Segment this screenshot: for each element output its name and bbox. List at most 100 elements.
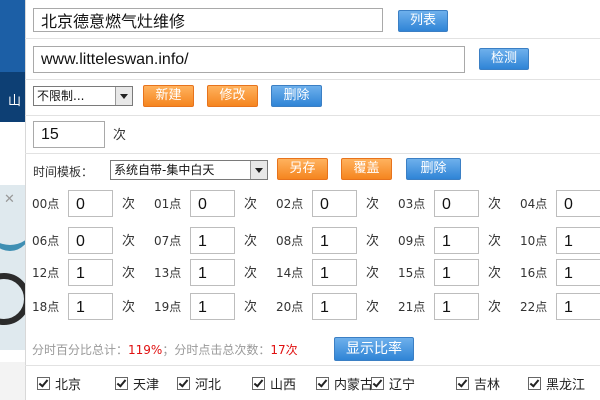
province-label: 山西: [270, 378, 297, 393]
side-banner: [0, 0, 25, 72]
hour-label: 12点: [32, 266, 60, 280]
hour-label: 20点: [276, 300, 304, 314]
hour-unit: 次: [122, 266, 136, 281]
checkbox-checked-icon[interactable]: [115, 377, 128, 390]
hour-count-input[interactable]: [68, 190, 113, 217]
checkbox-checked-icon[interactable]: [528, 377, 541, 390]
new-button[interactable]: 新建: [143, 85, 194, 107]
checkbox-checked-icon[interactable]: [37, 377, 50, 390]
province-checkbox[interactable]: 天津: [115, 374, 160, 393]
checkbox-checked-icon[interactable]: [316, 377, 329, 390]
hour-label: 19点: [154, 300, 182, 314]
province-checkbox[interactable]: 北京: [37, 374, 81, 393]
hour-cell: 10点次: [513, 227, 600, 257]
save-as-button[interactable]: 另存: [277, 158, 328, 180]
hour-unit: 次: [488, 234, 502, 249]
province-label: 天津: [133, 378, 160, 393]
hour-label: 04点: [520, 197, 548, 211]
hour-label: 03点: [398, 197, 426, 211]
hour-count-input[interactable]: [556, 293, 600, 320]
province-checkbox[interactable]: 辽宁: [371, 374, 415, 393]
hour-count-input[interactable]: [190, 259, 235, 286]
hour-unit: 次: [122, 197, 136, 212]
side-ad-image: ✕: [0, 185, 25, 350]
settings-form: 列表 检测 不限制... 新建 修改 删除 次 时间模板： 系统自带-集中白天 …: [25, 0, 600, 400]
hour-count-input[interactable]: [556, 190, 600, 217]
url-input[interactable]: [33, 46, 465, 73]
list-button[interactable]: 列表: [398, 10, 448, 32]
hour-count-input[interactable]: [190, 293, 235, 320]
hour-count-input[interactable]: [312, 293, 357, 320]
checkbox-checked-icon[interactable]: [371, 377, 384, 390]
province-checkbox[interactable]: 山西: [252, 374, 297, 393]
hour-cell: 03点 次: [391, 190, 513, 220]
percent-total: 119%: [128, 343, 163, 357]
delete-template-button[interactable]: 删除: [406, 158, 461, 180]
hour-cell: 16点次: [513, 259, 600, 289]
hour-count-input[interactable]: [312, 259, 357, 286]
hour-count-input[interactable]: [312, 227, 357, 254]
delete-limit-button[interactable]: 删除: [271, 85, 322, 107]
count-row: 次: [25, 115, 600, 154]
chevron-down-icon: [115, 87, 132, 105]
hour-label: 01点: [154, 197, 182, 211]
count-input[interactable]: [33, 121, 105, 148]
hour-label: 14点: [276, 266, 304, 280]
hour-unit: 次: [366, 266, 380, 281]
hour-cell: 15点 次: [391, 259, 513, 289]
checkbox-checked-icon[interactable]: [456, 377, 469, 390]
hour-unit: 次: [366, 197, 380, 212]
limit-row: 不限制... 新建 修改 删除: [25, 79, 600, 116]
hour-unit: 次: [244, 197, 258, 212]
hour-count-input[interactable]: [434, 190, 479, 217]
hour-cell: 04点次: [513, 190, 600, 220]
template-select-value: 系统自带-集中白天: [114, 163, 215, 177]
template-label: 时间模板：: [33, 165, 94, 179]
hour-count-input[interactable]: [190, 227, 235, 254]
hour-count-input[interactable]: [68, 227, 113, 254]
hour-unit: 次: [244, 300, 258, 315]
hour-count-input[interactable]: [434, 259, 479, 286]
province-checkbox[interactable]: 内蒙古: [316, 374, 374, 393]
left-side-panel: 山 ✕: [0, 0, 26, 400]
hour-label: 22点: [520, 300, 548, 314]
hour-count-input[interactable]: [190, 190, 235, 217]
hour-label: 13点: [154, 266, 182, 280]
check-button[interactable]: 检测: [479, 48, 529, 70]
stats-line: 分时百分比总计：119%；分时点击总次数：17次: [32, 341, 298, 358]
province-checkbox[interactable]: 黑龙江: [528, 374, 585, 393]
hour-cell: 09点 次: [391, 227, 513, 257]
hour-count-input[interactable]: [556, 227, 600, 254]
hour-count-input[interactable]: [434, 227, 479, 254]
hour-count-input[interactable]: [68, 293, 113, 320]
hour-cell: 01点 次: [147, 190, 269, 220]
province-checkbox[interactable]: 河北: [177, 374, 221, 393]
clicks-label: ；分时点击总次数：: [162, 343, 271, 357]
show-ratio-button[interactable]: 显示比率: [334, 337, 414, 361]
side-menu-item[interactable]: 山: [0, 72, 25, 122]
limit-select[interactable]: 不限制...: [33, 86, 133, 106]
province-checkbox[interactable]: 吉林: [456, 374, 500, 393]
hour-label: 08点: [276, 234, 304, 248]
hour-label: 18点: [32, 300, 60, 314]
hour-label: 16点: [520, 266, 548, 280]
checkbox-checked-icon[interactable]: [252, 377, 265, 390]
checkbox-checked-icon[interactable]: [177, 377, 190, 390]
hour-count-input[interactable]: [434, 293, 479, 320]
hour-cell: 13点 次: [147, 259, 269, 289]
province-label: 内蒙古: [334, 378, 374, 393]
close-icon[interactable]: ✕: [4, 191, 15, 207]
task-name-input[interactable]: [33, 8, 383, 32]
hour-cell: 08点 次: [269, 227, 391, 257]
overwrite-button[interactable]: 覆盖: [341, 158, 392, 180]
hour-cell: 18点 次: [25, 293, 147, 323]
hour-count-input[interactable]: [68, 259, 113, 286]
hour-unit: 次: [488, 197, 502, 212]
hour-cell: 20点 次: [269, 293, 391, 323]
hour-count-input[interactable]: [312, 190, 357, 217]
hour-count-input[interactable]: [556, 259, 600, 286]
edit-button[interactable]: 修改: [207, 85, 258, 107]
template-select[interactable]: 系统自带-集中白天: [110, 160, 268, 180]
clicks-total: 17次: [270, 343, 298, 357]
hour-cell: 19点 次: [147, 293, 269, 323]
